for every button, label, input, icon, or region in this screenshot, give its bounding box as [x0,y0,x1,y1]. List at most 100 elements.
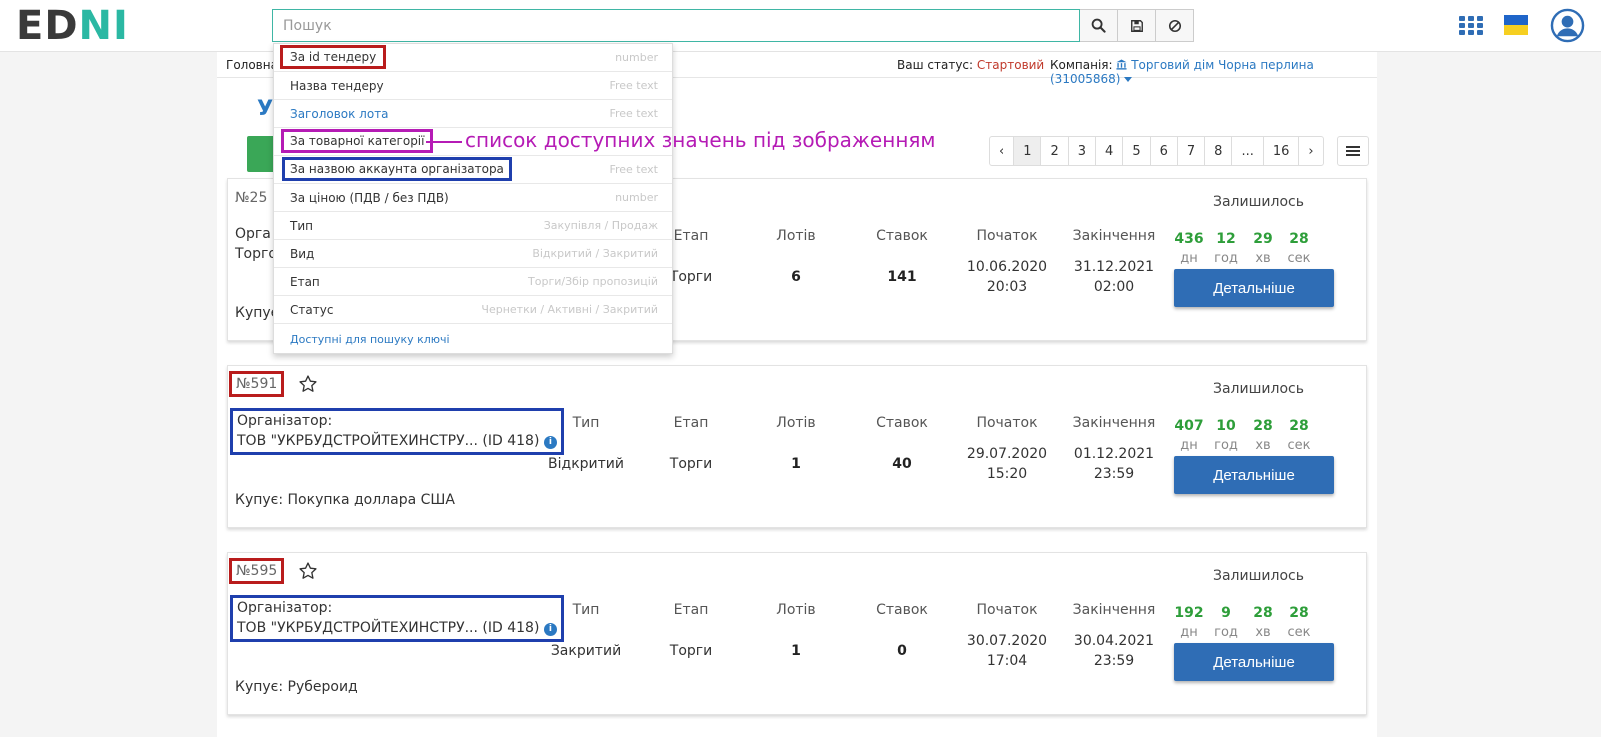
details-button[interactable]: Детальніше [1174,643,1334,681]
search-input[interactable] [272,9,1080,42]
auction-card: №591 Організатор: ТОВ "УКРБУДСТРОЙТЕХИНС… [227,365,1367,528]
pagination-page-4[interactable]: 4 [1096,137,1124,165]
timer-seconds-unit: сек [1287,625,1311,640]
apps-grid-icon[interactable] [1459,16,1483,36]
bids-header: Ставок [876,602,928,618]
timer-days-value: 192 [1174,605,1204,621]
star-icon[interactable] [298,374,318,394]
auction-id[interactable]: №25 [235,190,267,206]
pagination-page-1[interactable]: 1 [1014,137,1042,165]
start-header: Початок [976,228,1038,244]
lots-value: 1 [791,456,801,472]
status-label: Ваш статус: [897,58,974,72]
top-bar: ED NI [0,0,1601,52]
bank-icon [1116,59,1127,70]
dropdown-item-tender-name[interactable]: Назва тендеру Free text [274,72,672,100]
dropdown-item-hint: number [615,191,658,204]
timer-days-unit: дн [1180,625,1198,640]
start-header: Початок [976,415,1038,431]
timer-hours: 12 год [1209,231,1243,266]
timer-minutes-unit: хв [1255,438,1271,453]
auction-id[interactable]: №591 [229,371,285,397]
stage-header: Етап [673,415,709,431]
dropdown-item-type[interactable]: Тип Закупівля / Продаж [274,212,672,240]
pagination-next[interactable]: › [1299,137,1322,165]
auction-id[interactable]: №595 [229,558,285,584]
status-value: Стартовий [976,58,1045,72]
pagination-page-2[interactable]: 2 [1041,137,1069,165]
start-column: Початок 29.07.2020 15:20 [957,415,1057,484]
timer-hours-unit: год [1214,438,1238,453]
dropdown-item-label: Вид [290,247,315,261]
end-time: 02:00 [1093,279,1135,295]
timer-hours-value: 12 [1216,231,1236,247]
pagination-page-6[interactable]: 6 [1151,137,1178,165]
timer-days: 436 дн [1172,231,1206,266]
pagination-page-8[interactable]: 8 [1205,137,1233,165]
end-column: Закінчення 31.12.2021 02:00 [1064,228,1164,297]
pagination-page-7[interactable]: 7 [1178,137,1206,165]
timer-seconds: 28 сек [1282,418,1316,453]
star-icon[interactable] [298,561,318,581]
type-header: Тип [572,602,600,618]
timer-minutes-unit: хв [1255,625,1271,640]
view-toggle-button[interactable] [1337,136,1369,166]
dropdown-item-lot-title[interactable]: Заголовок лота Free text [274,100,672,128]
pagination-page-5[interactable]: 5 [1123,137,1151,165]
timer-minutes: 29 хв [1246,231,1280,266]
search-suggestions-dropdown: За id тендеру number Назва тендеру Free te… [273,43,673,354]
lots-header: Лотів [776,602,816,618]
remaining-label: Залишилось [1213,381,1304,397]
edin-logo[interactable]: ED NI [16,3,129,49]
timer-minutes: 28 хв [1246,418,1280,453]
bids-column: Ставок 141 [862,228,942,287]
type-value: Відкритий [548,456,624,472]
company-label: Компанія: [1050,58,1113,72]
dropdown-item-hint: Відкритий / Закритий [532,247,658,260]
pagination-prev[interactable]: ‹ [990,137,1015,165]
pagination-page-16[interactable]: 16 [1264,137,1300,165]
dropdown-item-label: За товарної категорії [281,129,434,153]
logo-text-ni: NI [78,3,129,49]
details-button[interactable]: Детальніше [1174,456,1334,494]
company-selector[interactable]: Компанія: Торговий дім Чорна перлина (31… [1050,58,1377,86]
dropdown-item-label: Тип [290,219,313,233]
timer-seconds-unit: сек [1287,251,1311,266]
end-date: 01.12.2021 [1073,446,1155,462]
lots-value: 6 [791,269,801,285]
dropdown-item-organizer[interactable]: За назвою аккаунта організатора Free text [274,156,672,184]
timer-minutes-value: 28 [1253,605,1273,621]
clear-search-button[interactable] [1156,9,1194,42]
bids-value: 141 [887,269,917,285]
end-header: Закінчення [1072,415,1156,431]
end-date: 30.04.2021 [1073,633,1155,649]
search-button[interactable] [1080,9,1118,42]
ukraine-flag-icon[interactable] [1504,15,1528,35]
buyer-text: Купує [235,305,279,321]
search-bar [272,9,1194,42]
type-column: Тип Закритий [546,602,626,661]
dropdown-item-status[interactable]: Статус Чернетки / Активні / Закритий [274,296,672,324]
type-column: Тип Відкритий [546,415,626,474]
stage-column: Етап Торги [651,415,731,474]
start-time: 17:04 [986,653,1028,669]
timer-hours-unit: год [1214,251,1238,266]
dropdown-item-kind[interactable]: Вид Відкритий / Закритий [274,240,672,268]
user-status: Ваш статус: Стартовий [897,58,1044,72]
timer-seconds: 28 сек [1282,605,1316,640]
breadcrumb-home[interactable]: Головна [226,58,278,72]
user-avatar-icon[interactable] [1550,8,1585,43]
pagination-page-3[interactable]: 3 [1069,137,1097,165]
timer-hours: 10 год [1209,418,1243,453]
search-keys-link[interactable]: Доступні для пошуку ключі [290,333,450,346]
start-date: 29.07.2020 [966,446,1048,462]
dropdown-item-tender-id[interactable]: За id тендеру number [274,44,672,72]
dropdown-item-stage[interactable]: Етап Торги/Збір пропозицій [274,268,672,296]
save-search-button[interactable] [1118,9,1156,42]
end-time: 23:59 [1093,466,1135,482]
details-button[interactable]: Детальніше [1174,269,1334,307]
dropdown-item-label: Заголовок лота [290,107,389,121]
timer-days: 407 дн [1172,418,1206,453]
dropdown-item-price[interactable]: За ціною (ПДВ / без ПДВ) number [274,184,672,212]
organizer-name: Торго [235,246,277,262]
